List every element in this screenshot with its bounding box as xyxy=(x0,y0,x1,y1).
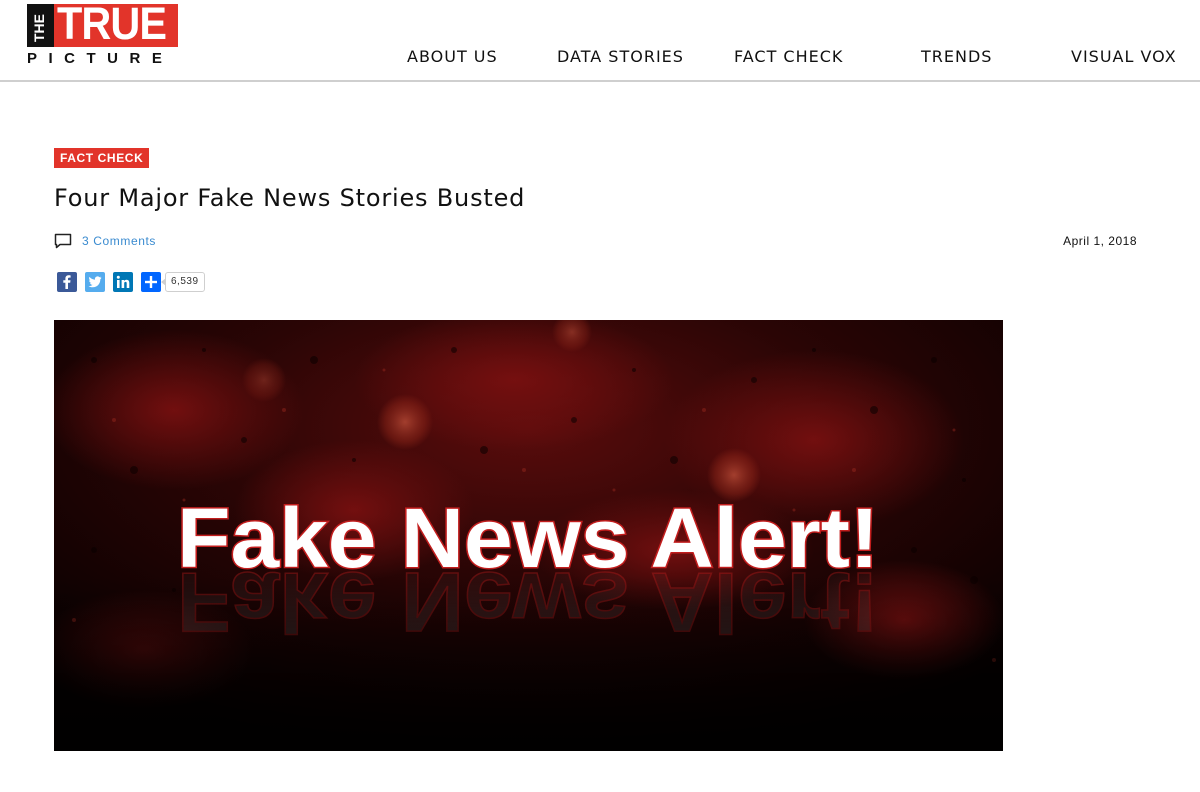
fake-news-alert-graphic: Fake News Alert! Fake News Alert! xyxy=(54,320,1003,751)
logo-picture-text: PICTURE xyxy=(27,50,174,67)
nav-fact-check[interactable]: FACT CHECK xyxy=(734,47,843,67)
twitter-icon xyxy=(88,276,102,288)
add-share-button[interactable] xyxy=(141,272,161,292)
site-header: THE TRUE PICTURE ABOUT US DATA STORIES F… xyxy=(0,0,1200,82)
article-meta: 3 Comments April 1, 2018 xyxy=(54,231,1144,251)
linkedin-share-button[interactable] xyxy=(113,272,133,292)
facebook-share-button[interactable] xyxy=(57,272,77,292)
linkedin-icon xyxy=(116,275,130,288)
comments-link[interactable]: 3 Comments xyxy=(82,233,156,249)
share-count: 6,539 xyxy=(161,272,205,292)
hero-headline: Fake News Alert! xyxy=(177,491,879,585)
post-date: April 1, 2018 xyxy=(1063,234,1137,248)
comment-icon xyxy=(54,233,72,249)
nav-trends[interactable]: TRENDS xyxy=(921,47,992,67)
logo-true-text: TRUE xyxy=(57,0,167,49)
nav-about-us[interactable]: ABOUT US xyxy=(407,47,498,67)
hero-image: Fake News Alert! Fake News Alert! xyxy=(54,320,1003,751)
site-logo[interactable]: THE TRUE PICTURE xyxy=(27,0,182,68)
article-title: Four Major Fake News Stories Busted xyxy=(54,184,526,212)
facebook-icon xyxy=(63,275,71,289)
add-share-icon xyxy=(145,276,157,288)
nav-data-stories[interactable]: DATA STORIES xyxy=(557,47,684,67)
logo-the-text: THE xyxy=(31,14,47,42)
nav-visual-vox[interactable]: VISUAL VOX xyxy=(1071,47,1177,67)
category-badge[interactable]: FACT CHECK xyxy=(54,148,150,168)
twitter-share-button[interactable] xyxy=(85,272,105,292)
